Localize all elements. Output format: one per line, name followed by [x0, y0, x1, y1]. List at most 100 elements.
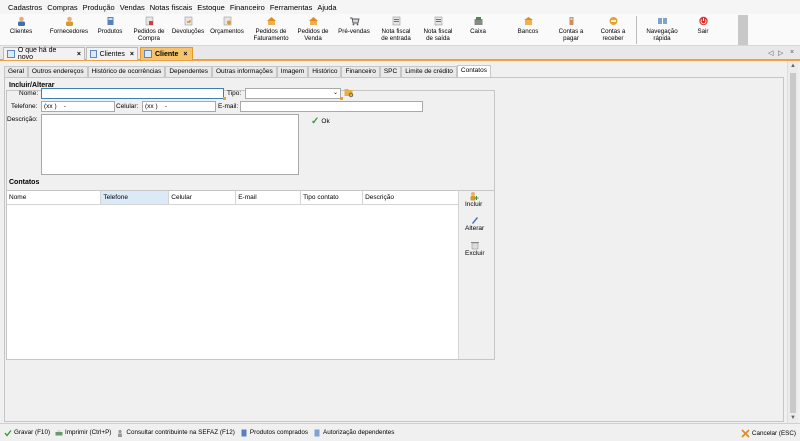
menu-notas-fiscais[interactable]: Notas fiscais [150, 3, 193, 12]
tab-historico[interactable]: Histórico [308, 66, 342, 77]
contatos-title: Contatos [9, 179, 40, 186]
navigation-icon [657, 18, 667, 24]
tab-scroll-left-icon[interactable]: ◁ [768, 49, 773, 57]
toolbar-clientes-button[interactable]: Clientes [6, 14, 36, 45]
toolbar-produtos-button[interactable]: Produtos [95, 14, 125, 45]
menu-producao[interactable]: Produção [83, 3, 115, 12]
vertical-scrollbar[interactable]: ▲ ▼ [787, 61, 798, 423]
ok-button[interactable]: ✓ Ok [311, 116, 330, 127]
tab-imagem[interactable]: Imagem [276, 66, 309, 77]
gravar-button[interactable]: Gravar (F10) [4, 429, 50, 437]
document-icon [314, 429, 320, 436]
check-icon [4, 429, 12, 437]
power-icon [698, 16, 708, 26]
imprimir-button[interactable]: Imprimir (Ctrl+P) [55, 429, 111, 437]
toolbar-bancos-button[interactable]: Bancos [514, 14, 542, 45]
toolbar-nf-entrada-button[interactable]: Nota fiscal de entrada [377, 14, 415, 45]
nome-input[interactable] [41, 88, 224, 99]
invoice-icon [434, 16, 442, 26]
folder-search-icon[interactable] [344, 88, 354, 98]
menu-financeiro[interactable]: Financeiro [230, 3, 265, 12]
telefone-input[interactable]: (xx ) - [41, 101, 115, 112]
doc-tab-o-que-ha-de-novo[interactable]: O que há de novo × [3, 47, 85, 61]
doc-tab-clientes[interactable]: Clientes × [86, 47, 138, 60]
tab-outros-enderecos[interactable]: Outros endereços [27, 66, 88, 77]
toolbar-navegacao-rapida-button[interactable]: Navegação rápida [643, 14, 681, 45]
toolbar-fornecedores-button[interactable]: Fornecedores [48, 14, 90, 45]
close-icon[interactable]: × [77, 51, 81, 58]
order-icon [308, 17, 318, 25]
tab-spc[interactable]: SPC [379, 66, 402, 77]
tab-financeiro[interactable]: Financeiro [341, 66, 380, 77]
action-bar: Gravar (F10) Imprimir (Ctrl+P) Consultar… [0, 423, 800, 441]
column-header-tipo-contato[interactable]: Tipo contato [300, 191, 364, 205]
toolbar-pedidos-compra-button[interactable]: Pedidos de Compra [132, 14, 166, 45]
column-header-nome[interactable]: Nome [7, 191, 102, 205]
column-header-descricao[interactable]: Descrição [362, 191, 459, 205]
toolbar-pre-vendas-button[interactable]: Pré-vendas [336, 14, 372, 45]
cash-icon [474, 17, 482, 25]
tab-historico-ocorrencias[interactable]: Histórico de ocorrências [87, 66, 166, 77]
alterar-button[interactable]: Alterar [465, 215, 484, 232]
autorizacao-dependentes-button[interactable]: Autorização dependentes [313, 429, 394, 437]
tipo-select[interactable] [245, 88, 341, 99]
toolbar-caixa-button[interactable]: Caixa [466, 14, 490, 45]
celular-input[interactable]: (xx ) - [142, 101, 216, 112]
descricao-textarea[interactable] [41, 114, 299, 175]
scroll-up-icon[interactable]: ▲ [790, 63, 796, 69]
cancelar-button[interactable]: Cancelar (ESC) [741, 429, 796, 438]
cancel-icon [741, 429, 750, 438]
required-marker [223, 97, 226, 100]
bank-icon [523, 17, 533, 25]
quote-icon [223, 16, 231, 26]
doc-tab-cliente[interactable]: Cliente × [140, 47, 193, 60]
menu-ajuda[interactable]: Ajuda [317, 3, 336, 12]
check-icon: ✓ [311, 116, 320, 127]
column-header-telefone[interactable]: Telefone [100, 191, 170, 205]
contatos-table-body[interactable] [7, 205, 459, 359]
nome-label: Nome: [19, 90, 39, 97]
menu-ferramentas[interactable]: Ferramentas [270, 3, 313, 12]
add-person-icon [470, 192, 479, 201]
email-input[interactable] [240, 101, 423, 112]
tab-close-all-icon[interactable]: × [790, 49, 794, 56]
toolbar-contas-receber-button[interactable]: Contas a receber [596, 14, 630, 45]
menu-cadastros[interactable]: Cadastros [8, 3, 42, 12]
scrollbar-thumb[interactable] [790, 73, 796, 413]
celular-label: Celular: [116, 103, 139, 110]
tab-outras-informacoes[interactable]: Outras informações [211, 66, 277, 77]
close-icon[interactable]: × [130, 51, 134, 58]
incluir-button[interactable]: Incluir [465, 191, 482, 208]
toolbar-contas-pagar-button[interactable]: Contas a pagar [554, 14, 588, 45]
toolbar-pedidos-faturamento-button[interactable]: Pedidos de Faturamento [251, 14, 291, 45]
descricao-label: Descrição: [7, 116, 38, 123]
contatos-panel: Incluir/Alterar Nome: Tipo: ⌄ Telefone: … [4, 77, 784, 422]
menu-vendas[interactable]: Vendas [120, 3, 145, 12]
contatos-table: Nome Telefone Celular E-mail Tipo contat… [7, 191, 459, 205]
toolbar-pedidos-venda-button[interactable]: Pedidos de Venda [296, 14, 330, 45]
document-icon [90, 50, 97, 58]
person-icon [17, 16, 25, 26]
toolbar-orcamentos-button[interactable]: Orçamentos [209, 14, 245, 45]
email-label: E-mail: [218, 103, 239, 110]
toolbar-nf-saida-button[interactable]: Nota fiscal de saída [420, 14, 456, 45]
toolbar-sair-button[interactable]: Sair [693, 14, 713, 45]
column-header-email[interactable]: E-mail [235, 191, 302, 205]
tab-limite-credito[interactable]: Limite de crédito [401, 66, 457, 77]
box-icon [107, 17, 113, 25]
chevron-down-icon[interactable]: ⌄ [333, 89, 338, 96]
column-header-celular[interactable]: Celular [168, 191, 237, 205]
menu-estoque[interactable]: Estoque [197, 3, 225, 12]
consultar-sefaz-button[interactable]: Consultar contribuinte na SEFAZ (F12) [116, 429, 235, 437]
produtos-comprados-button[interactable]: Produtos comprados [240, 429, 308, 437]
tab-scroll-right-icon[interactable]: ▷ [778, 49, 783, 57]
scroll-down-icon[interactable]: ▼ [790, 415, 796, 421]
tab-geral[interactable]: Geral [4, 66, 28, 77]
toolbar-devolucoes-button[interactable]: Devoluções [170, 14, 206, 45]
excluir-button[interactable]: Excluir [465, 240, 485, 257]
menu-compras[interactable]: Compras [47, 3, 77, 12]
tab-contatos[interactable]: Contatos [456, 65, 491, 77]
telefone-label: Telefone: [11, 103, 38, 110]
close-icon[interactable]: × [183, 51, 187, 58]
tab-dependentes[interactable]: Dependentes [165, 66, 212, 77]
